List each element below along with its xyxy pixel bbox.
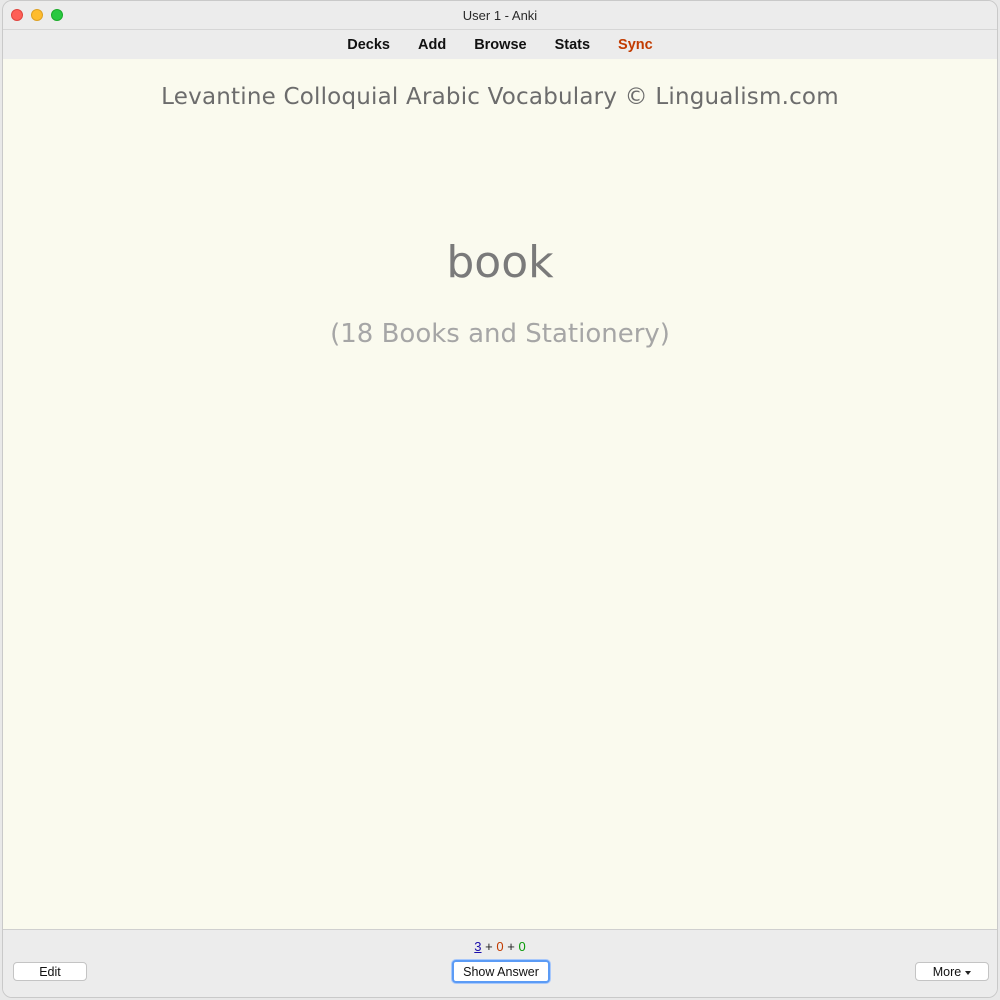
- main-toolbar: Decks Add Browse Stats Sync: [3, 29, 997, 60]
- edit-button-label: Edit: [39, 964, 61, 979]
- title-bar: User 1 - Anki: [3, 1, 997, 29]
- window-title: User 1 - Anki: [462, 7, 538, 23]
- toolbar-browse[interactable]: Browse: [460, 37, 540, 53]
- count-separator: +: [485, 939, 493, 954]
- toolbar-sync[interactable]: Sync: [604, 37, 667, 53]
- deck-title: Levantine Colloquial Arabic Vocabulary ©…: [161, 84, 839, 110]
- new-count: 3: [474, 939, 482, 954]
- zoom-window-button[interactable]: [51, 9, 63, 21]
- toolbar-stats[interactable]: Stats: [541, 37, 604, 53]
- toolbar-decks[interactable]: Decks: [333, 37, 404, 53]
- count-separator: +: [507, 939, 515, 954]
- card-counts: 3 + 0 + 0: [3, 939, 997, 954]
- toolbar-add[interactable]: Add: [404, 37, 460, 53]
- chevron-down-icon: [965, 970, 972, 975]
- card-category: (18 Books and Stationery): [330, 319, 670, 349]
- learn-count: 0: [496, 939, 504, 954]
- due-count: 0: [518, 939, 526, 954]
- show-answer-button[interactable]: Show Answer: [452, 960, 550, 983]
- review-bottom-bar: 3 + 0 + 0 Edit Show Answer More: [3, 929, 997, 997]
- window-controls: [11, 9, 63, 21]
- close-window-button[interactable]: [11, 9, 23, 21]
- card-view: Levantine Colloquial Arabic Vocabulary ©…: [3, 59, 997, 929]
- anki-window: User 1 - Anki Decks Add Browse Stats Syn…: [2, 0, 998, 998]
- card-question-word: book: [446, 237, 554, 288]
- edit-button[interactable]: Edit: [13, 962, 87, 981]
- show-answer-label: Show Answer: [463, 964, 539, 979]
- minimize-window-button[interactable]: [31, 9, 43, 21]
- more-button-label: More: [932, 964, 962, 979]
- more-button[interactable]: More: [915, 962, 989, 981]
